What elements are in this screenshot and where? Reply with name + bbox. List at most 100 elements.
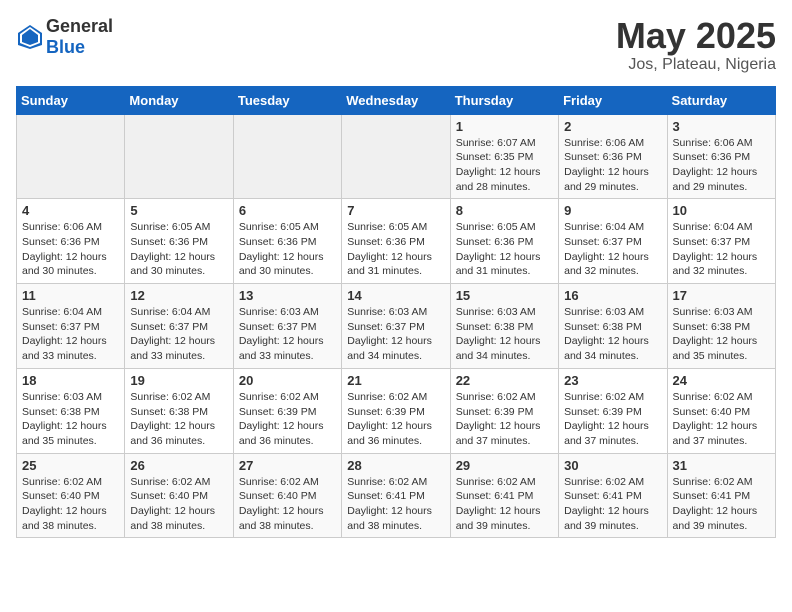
day-number: 31 [673, 458, 770, 473]
weekday-header-wednesday: Wednesday [342, 86, 450, 114]
calendar-cell: 6 Sunrise: 6:05 AM Sunset: 6:36 PM Daylig… [233, 199, 341, 284]
day-number: 9 [564, 203, 661, 218]
logo: General Blue [16, 16, 113, 58]
calendar-cell: 26 Sunrise: 6:02 AM Sunset: 6:40 PM Dayli… [125, 453, 233, 538]
calendar-cell: 10 Sunrise: 6:04 AM Sunset: 6:37 PM Dayli… [667, 199, 775, 284]
day-number: 13 [239, 288, 336, 303]
weekday-header-friday: Friday [559, 86, 667, 114]
title-block: May 2025 Jos, Plateau, Nigeria [616, 16, 776, 74]
calendar-cell: 1 Sunrise: 6:07 AM Sunset: 6:35 PM Daylig… [450, 114, 558, 199]
day-info: Sunrise: 6:05 AM Sunset: 6:36 PM Dayligh… [456, 220, 553, 279]
calendar-cell: 5 Sunrise: 6:05 AM Sunset: 6:36 PM Daylig… [125, 199, 233, 284]
weekday-header-monday: Monday [125, 86, 233, 114]
day-info: Sunrise: 6:03 AM Sunset: 6:38 PM Dayligh… [564, 305, 661, 364]
day-number: 24 [673, 373, 770, 388]
day-number: 1 [456, 119, 553, 134]
calendar-cell: 24 Sunrise: 6:02 AM Sunset: 6:40 PM Dayli… [667, 368, 775, 453]
day-number: 16 [564, 288, 661, 303]
day-info: Sunrise: 6:02 AM Sunset: 6:40 PM Dayligh… [239, 475, 336, 534]
day-number: 3 [673, 119, 770, 134]
day-number: 18 [22, 373, 119, 388]
calendar-cell [17, 114, 125, 199]
calendar-cell: 15 Sunrise: 6:03 AM Sunset: 6:38 PM Dayli… [450, 284, 558, 369]
calendar-cell: 3 Sunrise: 6:06 AM Sunset: 6:36 PM Daylig… [667, 114, 775, 199]
logo-general-text: General [46, 16, 113, 36]
day-info: Sunrise: 6:02 AM Sunset: 6:40 PM Dayligh… [22, 475, 119, 534]
day-info: Sunrise: 6:02 AM Sunset: 6:39 PM Dayligh… [564, 390, 661, 449]
day-info: Sunrise: 6:03 AM Sunset: 6:38 PM Dayligh… [22, 390, 119, 449]
calendar-cell: 21 Sunrise: 6:02 AM Sunset: 6:39 PM Dayli… [342, 368, 450, 453]
calendar-cell: 17Sunrise: 6:03 AM Sunset: 6:38 PM Dayli… [667, 284, 775, 369]
calendar-cell: 9Sunrise: 6:04 AM Sunset: 6:37 PM Daylig… [559, 199, 667, 284]
day-number: 21 [347, 373, 444, 388]
calendar-cell: 11Sunrise: 6:04 AM Sunset: 6:37 PM Dayli… [17, 284, 125, 369]
day-number: 7 [347, 203, 444, 218]
calendar-cell: 25Sunrise: 6:02 AM Sunset: 6:40 PM Dayli… [17, 453, 125, 538]
weekday-header-thursday: Thursday [450, 86, 558, 114]
day-info: Sunrise: 6:03 AM Sunset: 6:37 PM Dayligh… [239, 305, 336, 364]
calendar-cell: 19Sunrise: 6:02 AM Sunset: 6:38 PM Dayli… [125, 368, 233, 453]
calendar-cell: 30 Sunrise: 6:02 AM Sunset: 6:41 PM Dayli… [559, 453, 667, 538]
day-number: 20 [239, 373, 336, 388]
day-info: Sunrise: 6:06 AM Sunset: 6:36 PM Dayligh… [673, 136, 770, 195]
page-header: General Blue May 2025 Jos, Plateau, Nige… [16, 16, 776, 74]
calendar-table: SundayMondayTuesdayWednesdayThursdayFrid… [16, 86, 776, 539]
day-number: 30 [564, 458, 661, 473]
day-number: 27 [239, 458, 336, 473]
calendar-cell: 23 Sunrise: 6:02 AM Sunset: 6:39 PM Dayli… [559, 368, 667, 453]
calendar-title: May 2025 [616, 16, 776, 56]
calendar-cell: 29Sunrise: 6:02 AM Sunset: 6:41 PM Dayli… [450, 453, 558, 538]
day-info: Sunrise: 6:06 AM Sunset: 6:36 PM Dayligh… [22, 220, 119, 279]
calendar-cell: 22Sunrise: 6:02 AM Sunset: 6:39 PM Dayli… [450, 368, 558, 453]
calendar-week-5: 25Sunrise: 6:02 AM Sunset: 6:40 PM Dayli… [17, 453, 776, 538]
day-number: 19 [130, 373, 227, 388]
day-info: Sunrise: 6:05 AM Sunset: 6:36 PM Dayligh… [239, 220, 336, 279]
day-number: 28 [347, 458, 444, 473]
logo-icon [16, 23, 44, 51]
day-number: 10 [673, 203, 770, 218]
weekday-header-sunday: Sunday [17, 86, 125, 114]
day-info: Sunrise: 6:02 AM Sunset: 6:40 PM Dayligh… [130, 475, 227, 534]
calendar-week-2: 4 Sunrise: 6:06 AM Sunset: 6:36 PM Daylig… [17, 199, 776, 284]
day-info: Sunrise: 6:04 AM Sunset: 6:37 PM Dayligh… [673, 220, 770, 279]
calendar-subtitle: Jos, Plateau, Nigeria [616, 56, 776, 74]
day-number: 2 [564, 119, 661, 134]
calendar-cell [342, 114, 450, 199]
calendar-cell: 13 Sunrise: 6:03 AM Sunset: 6:37 PM Dayli… [233, 284, 341, 369]
day-info: Sunrise: 6:02 AM Sunset: 6:40 PM Dayligh… [673, 390, 770, 449]
calendar-week-4: 18 Sunrise: 6:03 AM Sunset: 6:38 PM Dayli… [17, 368, 776, 453]
day-info: Sunrise: 6:04 AM Sunset: 6:37 PM Dayligh… [130, 305, 227, 364]
day-number: 6 [239, 203, 336, 218]
calendar-cell: 20Sunrise: 6:02 AM Sunset: 6:39 PM Dayli… [233, 368, 341, 453]
day-info: Sunrise: 6:05 AM Sunset: 6:36 PM Dayligh… [130, 220, 227, 279]
day-info: Sunrise: 6:03 AM Sunset: 6:38 PM Dayligh… [456, 305, 553, 364]
day-info: Sunrise: 6:02 AM Sunset: 6:41 PM Dayligh… [456, 475, 553, 534]
calendar-cell: 7Sunrise: 6:05 AM Sunset: 6:36 PM Daylig… [342, 199, 450, 284]
day-info: Sunrise: 6:04 AM Sunset: 6:37 PM Dayligh… [22, 305, 119, 364]
day-number: 12 [130, 288, 227, 303]
day-number: 4 [22, 203, 119, 218]
logo-blue-text: Blue [46, 37, 85, 57]
day-info: Sunrise: 6:02 AM Sunset: 6:41 PM Dayligh… [673, 475, 770, 534]
calendar-cell: 2 Sunrise: 6:06 AM Sunset: 6:36 PM Daylig… [559, 114, 667, 199]
weekday-header-saturday: Saturday [667, 86, 775, 114]
calendar-cell: 28Sunrise: 6:02 AM Sunset: 6:41 PM Dayli… [342, 453, 450, 538]
day-number: 14 [347, 288, 444, 303]
day-info: Sunrise: 6:07 AM Sunset: 6:35 PM Dayligh… [456, 136, 553, 195]
calendar-cell: 14Sunrise: 6:03 AM Sunset: 6:37 PM Dayli… [342, 284, 450, 369]
weekday-header-tuesday: Tuesday [233, 86, 341, 114]
day-number: 23 [564, 373, 661, 388]
calendar-cell: 4 Sunrise: 6:06 AM Sunset: 6:36 PM Daylig… [17, 199, 125, 284]
day-number: 22 [456, 373, 553, 388]
day-number: 5 [130, 203, 227, 218]
day-number: 15 [456, 288, 553, 303]
calendar-week-3: 11Sunrise: 6:04 AM Sunset: 6:37 PM Dayli… [17, 284, 776, 369]
day-number: 17 [673, 288, 770, 303]
day-number: 26 [130, 458, 227, 473]
calendar-cell: 8Sunrise: 6:05 AM Sunset: 6:36 PM Daylig… [450, 199, 558, 284]
day-info: Sunrise: 6:02 AM Sunset: 6:39 PM Dayligh… [347, 390, 444, 449]
day-info: Sunrise: 6:02 AM Sunset: 6:41 PM Dayligh… [564, 475, 661, 534]
calendar-week-1: 1 Sunrise: 6:07 AM Sunset: 6:35 PM Daylig… [17, 114, 776, 199]
calendar-cell: 31 Sunrise: 6:02 AM Sunset: 6:41 PM Dayli… [667, 453, 775, 538]
day-info: Sunrise: 6:06 AM Sunset: 6:36 PM Dayligh… [564, 136, 661, 195]
